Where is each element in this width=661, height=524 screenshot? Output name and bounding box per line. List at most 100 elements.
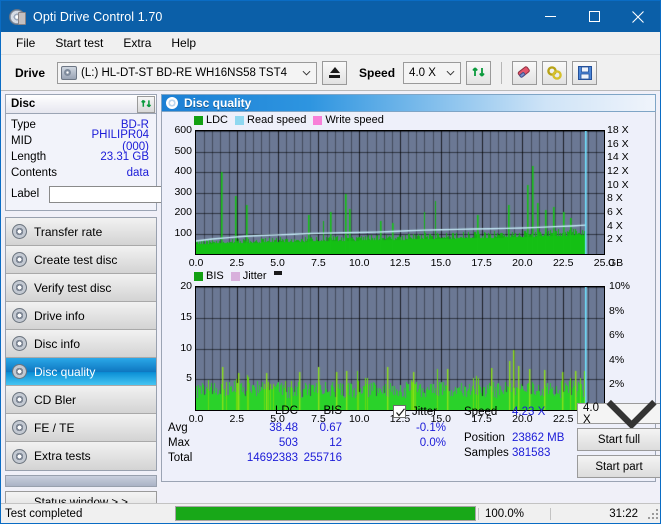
stats-panel: LDC BIS Avg 38.48 0.67 -0.1% Max 503 12 … [162, 399, 660, 481]
y-tick-5: 5 [186, 372, 192, 385]
sidebar-item-label: Transfer rate [34, 224, 103, 239]
speed-select[interactable]: 4.0 X [403, 61, 462, 84]
stats-speed-value: 4.23 X [512, 406, 546, 418]
test-speed-select[interactable]: 4.0 X [577, 399, 660, 430]
menu-item-start-test[interactable]: Start test [46, 34, 112, 52]
window-controls [528, 1, 660, 32]
bottom-chart-plot [195, 286, 605, 411]
sidebar-item-extra-tests[interactable]: Extra tests [6, 442, 156, 470]
refresh-drive-button[interactable] [466, 60, 492, 85]
y-right-tick-10: 10% [609, 280, 631, 292]
bottom-chart-canvas [196, 287, 604, 410]
status-text: Test completed [5, 507, 83, 520]
sidebar-item-disc-info[interactable]: Disc info [6, 330, 156, 358]
legend-swatch-bis [194, 271, 203, 281]
bottom-chart-legend: BIS Jitter [194, 270, 282, 282]
disc-row-contents-value: data [126, 167, 149, 179]
y-right-tick-6: 6 X [607, 206, 623, 218]
y-right-tick-10: 10 X [607, 178, 629, 191]
y-tick-15: 15 [180, 310, 192, 323]
save-button[interactable] [572, 60, 598, 85]
legend-label-read-speed: Read speed [247, 114, 307, 126]
stats-position-value: 23862 MB [512, 432, 565, 444]
y-tick-500: 500 [174, 144, 192, 157]
stats-speed-label: Speed [464, 406, 498, 418]
progress-percent: 100.0% [478, 507, 550, 520]
sidebar-item-create-test-disc[interactable]: Create test disc [6, 246, 156, 274]
stats-samples-label: Samples [464, 447, 509, 459]
sidebar-item-drive-info[interactable]: Drive info [6, 302, 156, 330]
disc-icon [12, 308, 27, 323]
jitter-checkbox[interactable] [393, 405, 406, 418]
toolbar-separator [501, 61, 503, 84]
speed-select-value: 4.0 X [409, 66, 436, 79]
status-bar: Test completed 100.0% 31:22 [1, 503, 660, 523]
y-tick-20: 20 [180, 280, 192, 292]
disc-icon [12, 420, 27, 435]
menu-item-extra[interactable]: Extra [114, 34, 160, 52]
disc-icon [12, 392, 27, 407]
legend-item-write-speed: Write speed [313, 114, 384, 126]
sidebar-item-cd-bler[interactable]: CD Bler [6, 386, 156, 414]
sidebar-item-label: Extra tests [34, 449, 91, 463]
disc-info-list: Type BD-R MID PHILIPR04 (000) Length 23.… [5, 114, 222, 211]
left-panel: Disc Type BD-R MID PHILIPR04 (000) Lengt… [1, 91, 222, 514]
drive-select[interactable]: (L:) HL-DT-ST BD-RE WH16NS58 TST4 [57, 61, 318, 84]
legend-item-bis: BIS [194, 270, 224, 282]
disc-row-length-value: 23.31 GB [100, 151, 149, 163]
x-tick-5: 5.0 [270, 257, 285, 269]
stats-avg-bis: 0.67 [319, 422, 342, 434]
test-speed-value: 4.0 X [583, 401, 599, 426]
sidebar-item-verify-test-disc[interactable]: Verify test disc [6, 274, 156, 302]
sidebar-item-label: Disc info [34, 336, 81, 351]
charts-area: LDC Read speed Write speed 100 200 300 4… [161, 111, 660, 482]
tools-icon [547, 65, 562, 80]
menu-item-file[interactable]: File [7, 34, 44, 52]
disc-panel-header: Disc [5, 94, 157, 114]
drive-label: Drive [15, 65, 46, 80]
jitter-label: Jitter [412, 406, 437, 418]
y-right-tick-18: 18 X [607, 124, 629, 136]
tools-button[interactable] [542, 60, 568, 85]
y-tick-400: 400 [174, 165, 192, 177]
refresh-icon [471, 67, 485, 77]
disc-refresh-button[interactable] [137, 95, 155, 113]
y-right-tick-4: 4 X [607, 219, 623, 232]
y-right-tick-16: 16 X [607, 137, 629, 150]
legend-swatch-ldc [194, 115, 203, 125]
sidebar-item-label: FE / TE [34, 420, 75, 435]
stats-max-bis: 12 [329, 437, 342, 449]
minimize-button[interactable] [528, 1, 572, 32]
start-part-button[interactable]: Start part [577, 455, 660, 478]
sidebar-item-fe-te[interactable]: FE / TE [6, 414, 156, 442]
eject-button[interactable] [322, 60, 348, 85]
top-chart-legend: LDC Read speed Write speed [194, 114, 391, 126]
stats-row-total-label: Total [168, 452, 193, 464]
disc-quality-icon [166, 97, 178, 109]
progress-bar [175, 506, 476, 521]
save-icon [577, 65, 592, 80]
y-right-tick-12: 12 X [607, 165, 629, 177]
y-tick-600: 600 [174, 124, 192, 136]
chevron-down-icon [302, 70, 311, 76]
stats-row-avg-label: Avg [168, 422, 188, 434]
x-tick-17.5: 17.5 [471, 257, 492, 269]
right-panel: Disc quality LDC Read speed Write speed … [161, 91, 660, 482]
legend-label-bis: BIS [206, 270, 224, 282]
elapsed-time: 31:22 [550, 507, 646, 520]
resize-grip[interactable] [646, 507, 660, 521]
sidebar-item-transfer-rate[interactable]: Transfer rate [6, 218, 156, 246]
maximize-button[interactable] [572, 1, 616, 32]
window-title: Opti Drive Control 1.70 [33, 9, 163, 24]
erase-button[interactable] [512, 60, 538, 85]
x-tick-12.5: 12.5 [389, 257, 411, 269]
stats-header-bis: BIS [323, 405, 342, 417]
start-full-button[interactable]: Start full [577, 428, 660, 451]
y-tick-10: 10 [180, 341, 192, 354]
close-button[interactable] [616, 1, 660, 32]
menu-item-help[interactable]: Help [162, 34, 205, 52]
y-right-tick-8: 8% [609, 304, 625, 317]
legend-swatch-read-speed [235, 115, 245, 125]
disc-icon [12, 224, 27, 239]
sidebar-item-disc-quality[interactable]: Disc quality [6, 358, 156, 386]
